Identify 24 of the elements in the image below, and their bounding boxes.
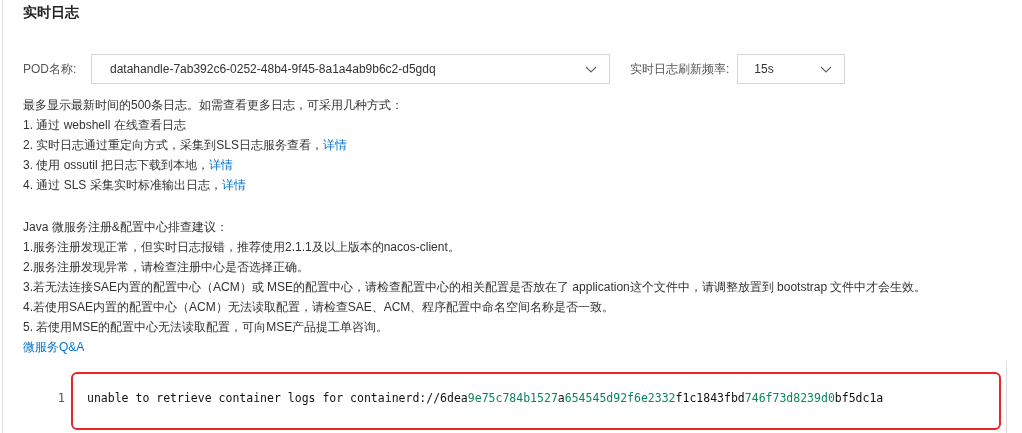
caret-icon (585, 65, 597, 73)
tip-text: 4.若使用SAE内置的配置中心（ACM）无法读取配置，请检查SAE、ACM、程序配置中命名空间名称是否一致。 (23, 299, 616, 316)
tip-text: 2.服务注册发现异常，请检查注册中心是否选择正确。 (23, 259, 310, 276)
method-text: 3. 使用 ossutil 把日志下载到本地， (23, 158, 210, 172)
tip-text: 1.服务注册发现正常，但实时日志报错，推荐使用2.1.1及以上版本的nacos-client。 (23, 239, 461, 256)
log-text: unable to retrieve container logs for containerd://6dea9e75c784b1527a654545d92f6e2332f1c1843fbd746f73d8239d0bf5dc1a (87, 391, 884, 405)
refresh-select[interactable]: 15s (737, 54, 846, 84)
tip-text: 3.若无法连接SAE内置的配置中心（ACM）或 MSE的配置中心，请检查配置中心的相关配置是否放在了 application这个文件中，请调整放置到 bootstrap 文件中才会生效。 (23, 279, 928, 296)
method-text: 1. 通过 webshell 在线查看日志 (23, 118, 186, 132)
section-title: 实时日志 (23, 3, 80, 22)
info-text: 最多显示最新时间的500条日志。如需查看更多日志，可采用几种方式： (23, 97, 405, 114)
refresh-label: 实时日志刷新频率: (630, 60, 730, 78)
tip-text: 5. 若使用MSE的配置中心无法读取配置，可向MSE产品提工单咨询。 (23, 319, 390, 336)
tips-heading: Java 微服务注册&配置中心排查建议： (23, 219, 229, 236)
method-text: 4. 通过 SLS 采集实时标准输出日志， (23, 178, 222, 192)
line-number: 1 (56, 391, 65, 405)
qa-link[interactable]: 微服务Q&A (23, 340, 85, 354)
details-link[interactable]: 详情 (221, 178, 246, 192)
details-link[interactable]: 详情 (323, 138, 348, 152)
details-link[interactable]: 详情 (209, 158, 234, 172)
pod-label: POD名称: (23, 60, 78, 78)
pod-select[interactable]: datahandle-7ab392c6-0252-48b4-9f45-8a1a4ab9b6c2-d5gdq (91, 54, 610, 84)
caret-icon (820, 65, 833, 73)
method-text: 2. 实时日志通过重定向方式，采集到SLS日志服务查看， (23, 138, 324, 152)
